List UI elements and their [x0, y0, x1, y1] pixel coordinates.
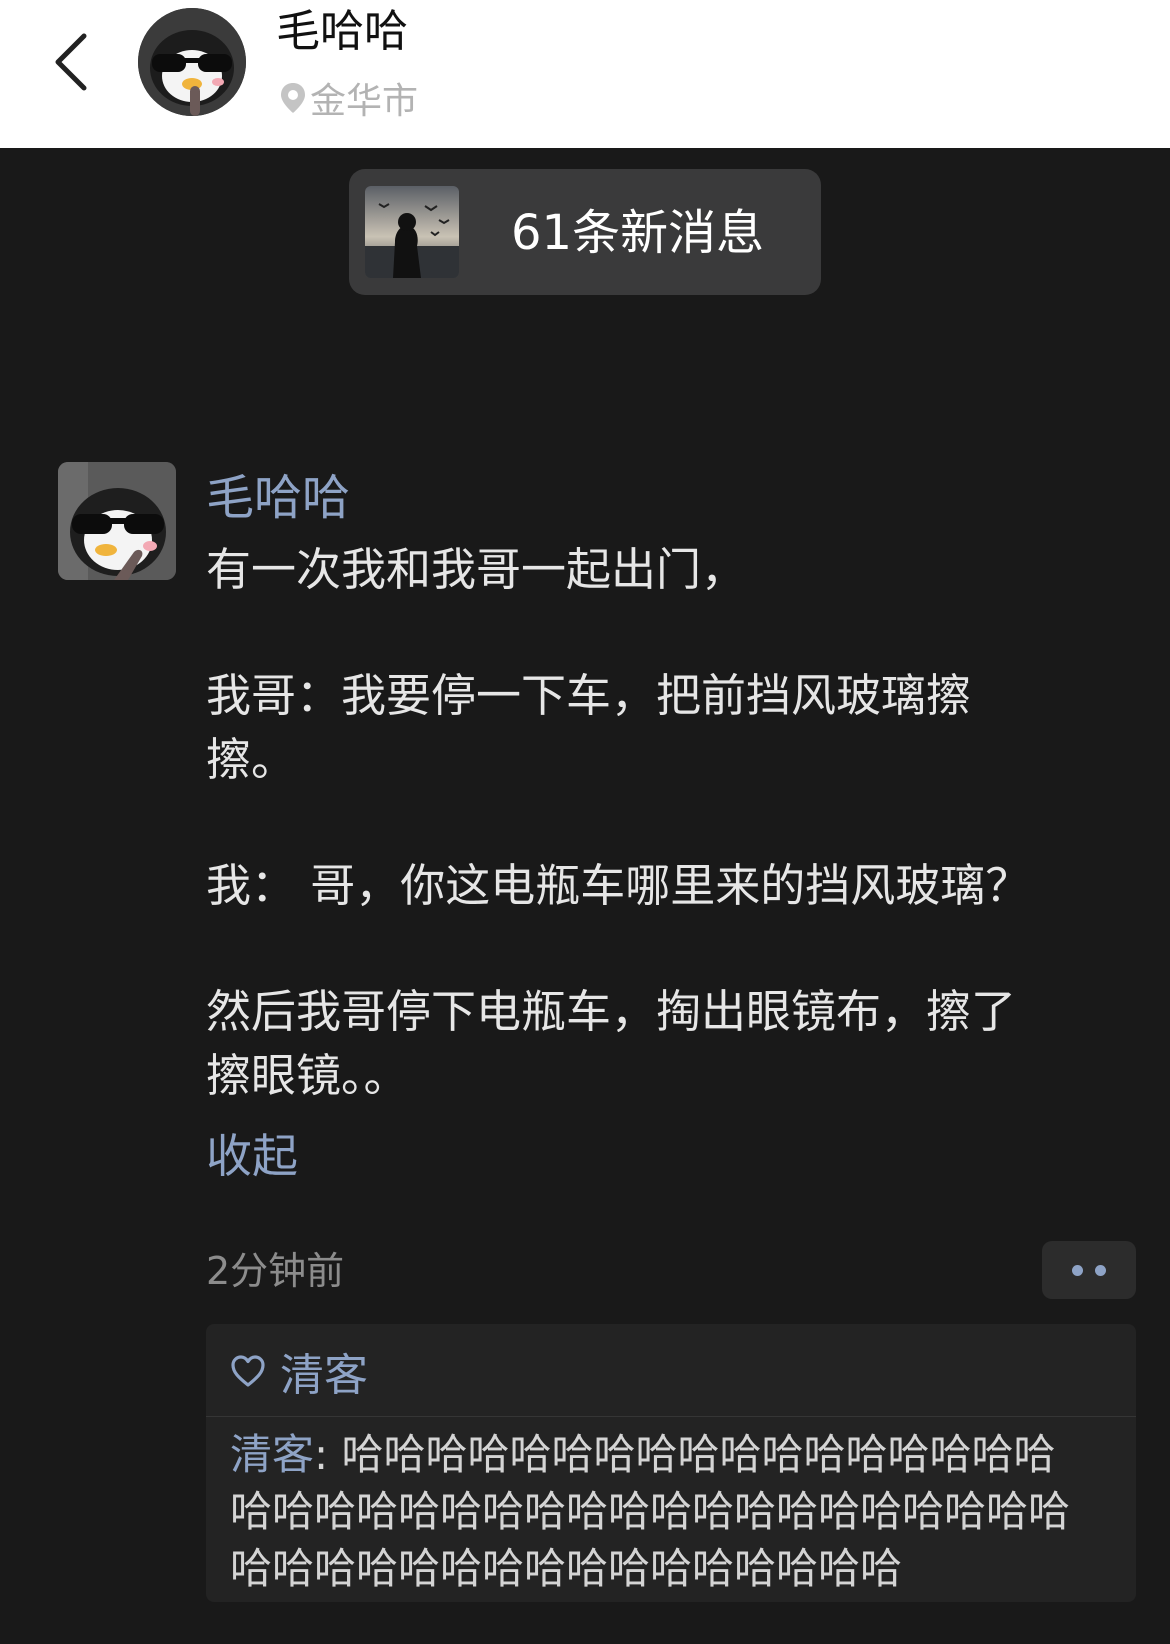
post-author-avatar[interactable] [58, 462, 176, 580]
location-pin-icon [281, 83, 305, 113]
more-actions-button[interactable] [1042, 1241, 1136, 1299]
seagull-photo-image [365, 186, 459, 278]
new-messages-button[interactable]: 61条新消息 [349, 169, 821, 295]
like-user-name[interactable]: 清客 [280, 1339, 368, 1403]
sender-thumbnail [365, 186, 459, 278]
post-text-line: 然后我哥停下电瓶车，掏出眼镜布，擦了 [206, 985, 1017, 1038]
more-dots-icon [1095, 1265, 1106, 1276]
likes-row: 清客 [230, 1339, 368, 1403]
header-avatar[interactable] [138, 8, 246, 116]
location-text: 金华市 [310, 81, 419, 122]
post-text-line: 擦。 [206, 733, 297, 786]
likes-comments-panel: 清客 清客: 哈哈哈哈哈哈哈哈哈哈哈哈哈哈哈哈哈 哈哈哈哈哈哈哈哈哈哈哈哈哈哈哈… [206, 1324, 1136, 1602]
post-content: 有一次我和我哥一起出门， 我哥：我要停一下车，把前挡风玻璃擦 擦。 我： 哥，你… [206, 538, 1106, 1108]
new-messages-label: 61条新消息 [511, 205, 765, 261]
more-dots-icon [1072, 1265, 1083, 1276]
post-text-line: 擦眼镜。。 [206, 1049, 409, 1102]
header-location: 金华市 [280, 74, 418, 122]
post-timestamp: 2分钟前 [206, 1249, 345, 1293]
penguin-avatar-image [138, 8, 246, 116]
collapse-link[interactable]: 收起 [206, 1124, 298, 1188]
heart-outline-icon [231, 1355, 265, 1387]
penguin-avatar-image [58, 462, 176, 580]
post-text-line: 我： 哥，你这电瓶车哪里来的挡风玻璃？ [206, 859, 1031, 912]
post-text-line: 我哥：我要停一下车，把前挡风玻璃擦 [206, 669, 972, 722]
comment-item: 清客: 哈哈哈哈哈哈哈哈哈哈哈哈哈哈哈哈哈 哈哈哈哈哈哈哈哈哈哈哈哈哈哈哈哈哈哈… [230, 1426, 1130, 1597]
chat-header: 毛哈哈 金华市 [0, 0, 1170, 148]
divider [206, 1416, 1136, 1417]
back-chevron-icon [55, 33, 87, 91]
back-button[interactable] [48, 28, 100, 96]
comment-text: 哈哈哈哈哈哈哈哈哈哈哈哈哈哈哈哈哈 [341, 1430, 1056, 1479]
comment-line: 哈哈哈哈哈哈哈哈哈哈哈哈哈哈哈哈哈哈哈哈 [230, 1487, 1071, 1536]
comment-line: 清客: 哈哈哈哈哈哈哈哈哈哈哈哈哈哈哈哈哈 [230, 1426, 1130, 1483]
post-author-name[interactable]: 毛哈哈 [206, 468, 350, 528]
comment-author[interactable]: 清客 [230, 1430, 314, 1479]
comment-separator: : [314, 1430, 342, 1479]
comment-line: 哈哈哈哈哈哈哈哈哈哈哈哈哈哈哈哈 [230, 1544, 903, 1593]
post-text-line: 有一次我和我哥一起出门， [206, 543, 747, 596]
header-title: 毛哈哈 [276, 6, 408, 57]
